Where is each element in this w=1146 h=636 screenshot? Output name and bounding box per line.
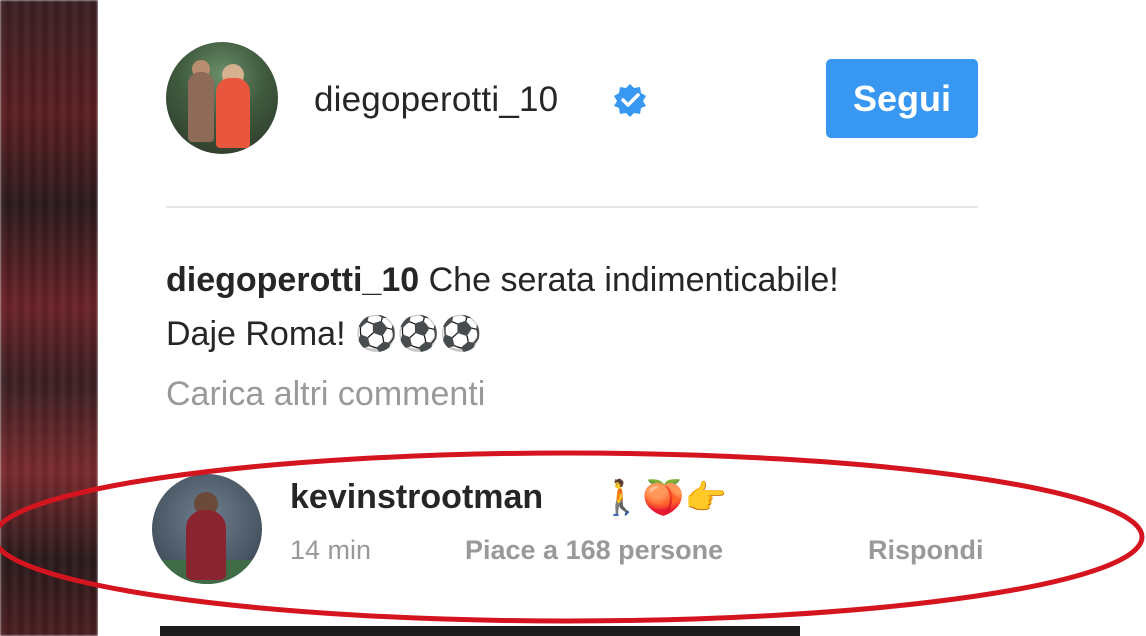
caption-username[interactable]: diegoperotti_10	[166, 261, 419, 299]
caption-text-line1: Che serata indimenticabile!	[428, 261, 839, 299]
commenter-avatar[interactable]	[152, 474, 262, 584]
load-more-comments-link[interactable]: Carica altri commenti	[166, 375, 485, 414]
divider	[166, 206, 978, 208]
comment-timestamp: 14 min	[290, 535, 372, 565]
post-author-username[interactable]: diegoperotti_10	[314, 80, 558, 120]
caption-text-line2: Daje Roma! ⚽⚽⚽	[166, 315, 482, 353]
reply-button[interactable]: Rispondi	[868, 535, 984, 566]
post-caption: diegoperotti_10 Che serata indimenticabi…	[166, 253, 986, 361]
cropped-content-edge	[160, 626, 800, 636]
background-photo-strip	[0, 0, 98, 636]
comment-username[interactable]: kevinstrootman	[290, 478, 543, 517]
verified-badge-icon	[614, 84, 646, 117]
profile-avatar[interactable]	[166, 42, 278, 154]
comment-text: 🚶🍑👉	[600, 479, 728, 517]
comment-likes[interactable]: Piace a 168 persone	[465, 535, 723, 566]
follow-button[interactable]: Segui	[826, 59, 978, 138]
